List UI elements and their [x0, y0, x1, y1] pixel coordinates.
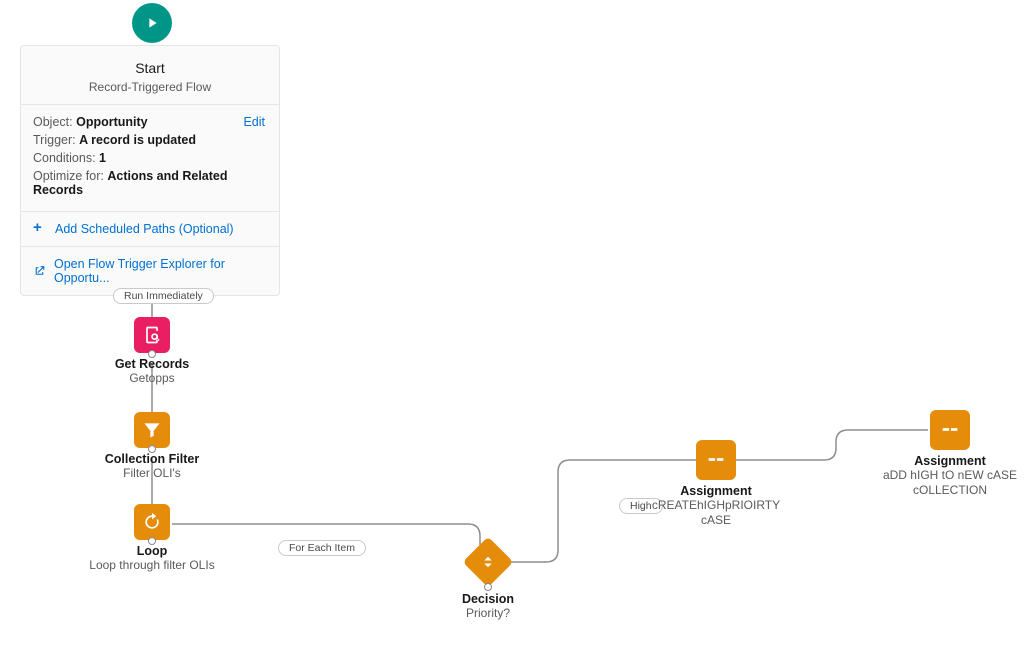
start-title: Start	[31, 60, 269, 76]
decision-icon	[463, 537, 514, 588]
loop-node[interactable]: Loop Loop through filter OLIs	[72, 504, 232, 573]
assignment1-sub: cREATEhIGHpRIOIRTY cASE	[636, 498, 796, 528]
add-scheduled-paths-link[interactable]: + Add Scheduled Paths (Optional)	[21, 211, 279, 246]
assignment2-title: Assignment	[870, 454, 1024, 468]
assignment-create-case-node[interactable]: Assignment cREATEhIGHpRIOIRTY cASE	[636, 440, 796, 528]
object-label: Object:	[33, 115, 73, 129]
start-play-icon[interactable]	[132, 3, 172, 43]
start-card: Start Record-Triggered Flow Edit Object:…	[20, 45, 280, 296]
decision-sub: Priority?	[418, 606, 558, 620]
get-records-sub: Getopps	[72, 371, 232, 386]
plus-icon: +	[33, 222, 47, 236]
get-records-node[interactable]: Get Records Getopps	[72, 317, 232, 386]
trigger-value: A record is updated	[79, 133, 196, 147]
decision-title: Decision	[418, 592, 558, 606]
for-each-item-label: For Each Item	[278, 540, 366, 556]
collection-filter-title: Collection Filter	[72, 452, 232, 466]
conditions-label: Conditions:	[33, 151, 96, 165]
open-flow-trigger-explorer-label: Open Flow Trigger Explorer for Opportu..…	[54, 257, 267, 285]
collection-filter-node[interactable]: Collection Filter Filter OLI's	[72, 412, 232, 481]
assignment-add-to-collection-node[interactable]: Assignment aDD hIGH tO nEW cASE cOLLECTI…	[870, 410, 1024, 498]
filter-icon	[134, 412, 170, 448]
run-immediately-label: Run Immediately	[113, 288, 214, 304]
optimize-label: Optimize for:	[33, 169, 104, 183]
collection-filter-sub: Filter OLI's	[72, 466, 232, 481]
assignment2-sub: aDD hIGH tO nEW cASE cOLLECTION	[870, 468, 1024, 498]
assignment-icon	[696, 440, 736, 480]
get-records-icon	[134, 317, 170, 353]
object-value: Opportunity	[76, 115, 148, 129]
add-scheduled-paths-label: Add Scheduled Paths (Optional)	[55, 222, 234, 236]
external-link-icon	[33, 264, 46, 278]
loop-title: Loop	[72, 544, 232, 558]
edit-link[interactable]: Edit	[243, 115, 265, 129]
conditions-value: 1	[99, 151, 106, 165]
assignment-icon	[930, 410, 970, 450]
loop-icon	[134, 504, 170, 540]
decision-node[interactable]: Decision Priority?	[418, 544, 558, 620]
get-records-title: Get Records	[72, 357, 232, 371]
loop-sub: Loop through filter OLIs	[72, 558, 232, 573]
trigger-label: Trigger:	[33, 133, 76, 147]
assignment1-title: Assignment	[636, 484, 796, 498]
start-subtitle: Record-Triggered Flow	[31, 80, 269, 94]
